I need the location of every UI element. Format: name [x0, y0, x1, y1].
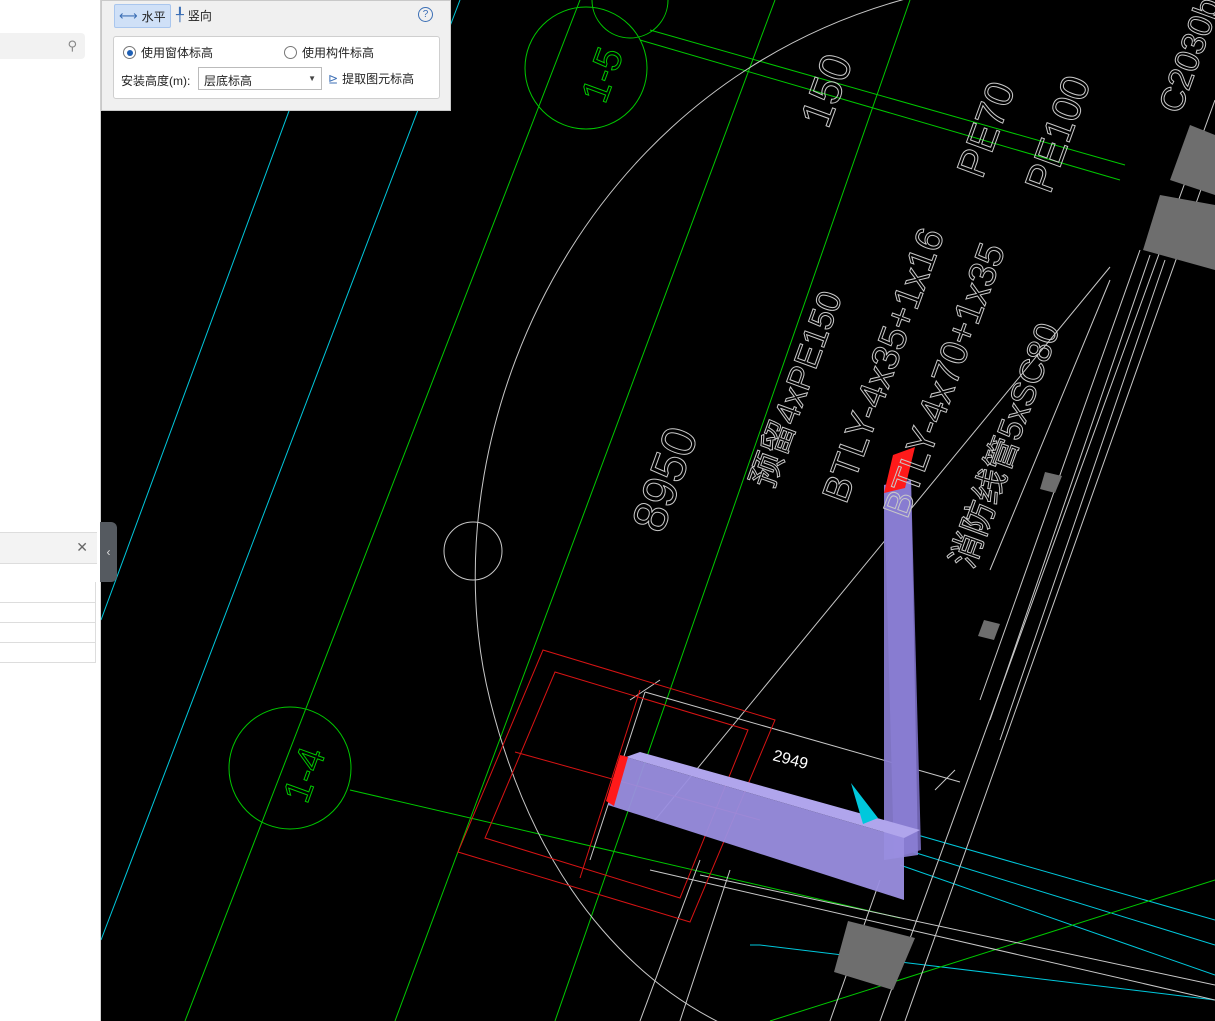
tray-horizontal-face [608, 757, 904, 900]
dimension-text: 8950 [623, 420, 709, 538]
column-block [1040, 472, 1062, 493]
radio-label: 使用窗体标高 [141, 46, 214, 60]
height-select[interactable]: 层底标高 ▼ [198, 67, 322, 90]
search-input[interactable]: ⚲ [0, 33, 85, 59]
list-row[interactable] [0, 622, 96, 643]
list-row[interactable] [0, 602, 96, 623]
radio-checked-icon [123, 46, 136, 59]
outline-circle [443, 521, 503, 581]
sub-panel-header: ✕ [0, 532, 97, 564]
list-row[interactable] [0, 642, 96, 663]
cyan-line [899, 847, 1215, 946]
dimension-value: 2949 [771, 747, 810, 773]
height-select-value: 层底标高 [204, 74, 253, 88]
dimension-text: 150 [791, 48, 862, 134]
axis-label: 1-4 [276, 742, 334, 808]
column-block [978, 620, 1000, 640]
dimension-tick [629, 679, 661, 701]
extract-elevation-button[interactable]: ⊵ 提取图元标高 [328, 70, 414, 87]
draw-options-toolbox: ⟷ 水平 ╀ 竖向 ? 使用窗体标高 使用构件标高 安装高度(m): 层底标高 … [101, 0, 451, 111]
list-row[interactable] [0, 582, 96, 603]
outline-line [904, 149, 1215, 1021]
cyan-line [101, 0, 461, 941]
cyan-line [899, 829, 1215, 921]
grid-line [184, 0, 581, 1021]
horizontal-mode-button[interactable]: ⟷ 水平 [114, 4, 171, 28]
outline-line [989, 254, 1151, 721]
axis-label: 1-5 [574, 42, 632, 108]
grid-line [769, 879, 1215, 1021]
vertical-label: 竖向 [187, 8, 212, 23]
extract-label: 提取图元标高 [342, 72, 415, 86]
outline-line [649, 869, 1215, 1001]
cyan-line [899, 864, 1215, 976]
height-label: 安装高度(m): [121, 74, 191, 88]
outline-line [999, 259, 1166, 741]
close-icon[interactable]: ✕ [76, 539, 88, 556]
left-panel: ⚲ ✕ [0, 0, 101, 1021]
column-block [1143, 195, 1215, 270]
radio-component-elevation[interactable]: 使用构件标高 [284, 44, 374, 61]
vertical-mode-button[interactable]: ╀ 竖向 [172, 4, 216, 26]
vertical-icon: ╀ [176, 7, 184, 22]
horizontal-icon: ⟷ [119, 8, 138, 23]
column-block [834, 921, 915, 990]
annotation-text: C2030b [1152, 0, 1215, 118]
elevation-options: 使用窗体标高 使用构件标高 安装高度(m): 层底标高 ▼ ⊵ 提取图元标高 [113, 36, 440, 99]
radio-unchecked-icon [284, 46, 297, 59]
cad-canvas[interactable]: 8950 150 PE70 PE100 预留4xPE150 BTLY-4x35+… [101, 0, 1215, 1021]
grid-line [394, 0, 776, 1021]
column-block [1170, 125, 1215, 195]
radio-label: 使用构件标高 [302, 46, 375, 60]
horizontal-label: 水平 [141, 9, 166, 24]
outline-arc [474, 0, 905, 1021]
collapse-panel-tab[interactable]: ‹ [100, 522, 117, 582]
search-icon[interactable]: ⚲ [67, 38, 77, 54]
outline-line [639, 859, 701, 1021]
dropdown-caret-icon: ▼ [308, 74, 316, 83]
drawing-svg: 8950 150 PE70 PE100 预留4xPE150 BTLY-4x35+… [101, 0, 1215, 1021]
extract-icon: ⊵ [328, 71, 339, 86]
help-icon[interactable]: ? [418, 7, 433, 22]
tray-vertical-face [884, 480, 918, 860]
annotation-text: PE70 [949, 76, 1024, 183]
radio-window-elevation[interactable]: 使用窗体标高 [123, 44, 213, 61]
annotation-text: PE100 [1017, 70, 1099, 198]
